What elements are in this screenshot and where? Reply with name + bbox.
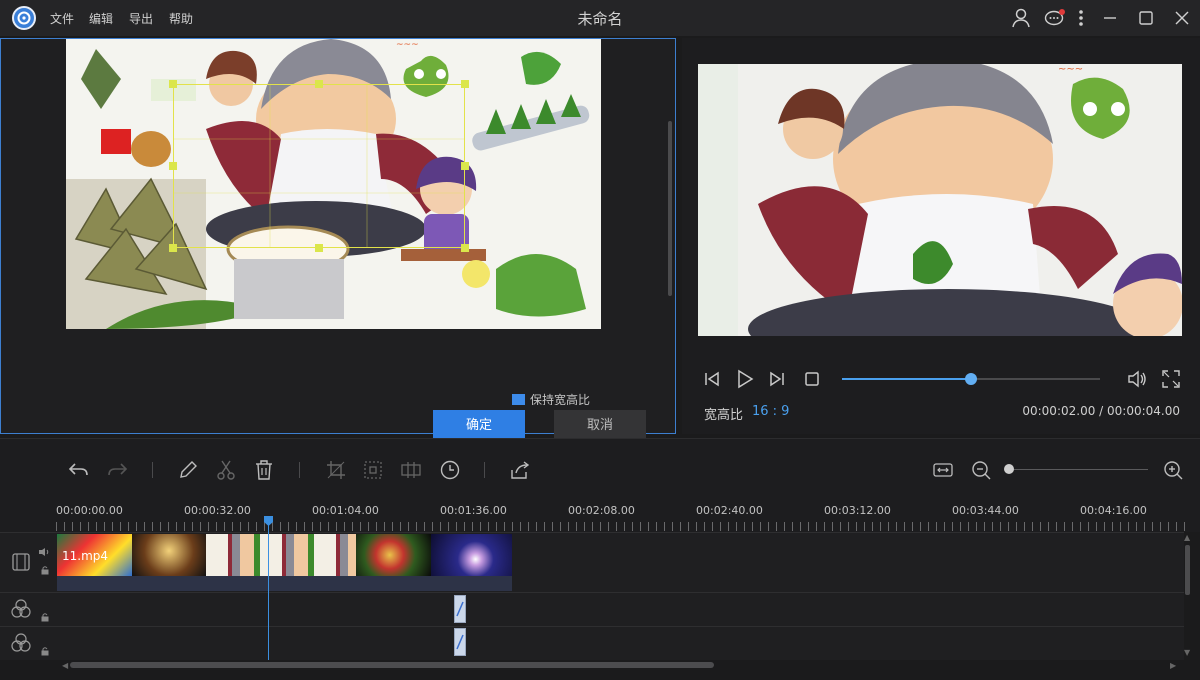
menu-help[interactable]: 帮助 [169, 10, 193, 27]
more-menu-icon[interactable] [1068, 6, 1094, 30]
minimize-icon[interactable] [1097, 6, 1123, 30]
playback-progress-fill [842, 378, 971, 380]
ruler-label: 00:02:08.00 [568, 504, 635, 517]
fit-timeline-icon[interactable] [931, 458, 955, 482]
overlay-track-1 [0, 592, 1184, 626]
scroll-right-arrow-icon[interactable]: ▶ [1170, 661, 1176, 670]
timeline-zoom-knob[interactable] [1004, 464, 1014, 474]
checkbox-checked-icon [512, 394, 525, 405]
timeline-horizontal-scrollbar[interactable] [70, 662, 714, 668]
preview-image: ~~~ [698, 64, 1182, 336]
crop-icon[interactable] [324, 458, 348, 482]
aspect-ratio-value[interactable]: 16 : 9 [752, 404, 789, 419]
scroll-left-arrow-icon[interactable]: ◀ [62, 661, 68, 670]
ruler-ticks [56, 522, 1186, 531]
ruler-label: 00:04:16.00 [1080, 504, 1147, 517]
undo-icon[interactable] [67, 458, 91, 482]
zoom-region-icon[interactable] [361, 458, 385, 482]
step-back-icon[interactable] [702, 369, 722, 389]
fullscreen-icon[interactable] [1160, 368, 1182, 390]
clip-name: 11.mp4 [62, 549, 109, 563]
playback-time: 00:00:02.00 / 00:00:04.00 [1022, 404, 1180, 418]
volume-icon[interactable] [1126, 368, 1148, 390]
overlay-track-2 [0, 626, 1184, 660]
crop-handle-top[interactable] [315, 80, 323, 88]
share-export-icon[interactable] [508, 458, 532, 482]
overlay-clip[interactable] [454, 628, 466, 656]
ruler-label: 00:03:12.00 [824, 504, 891, 517]
scroll-up-arrow-icon[interactable]: ▲ [1184, 533, 1190, 542]
clip-thumbnail [132, 534, 206, 576]
crop-handle-bottom-right[interactable] [461, 244, 469, 252]
crop-handle-right[interactable] [461, 162, 469, 170]
ruler-label: 00:03:44.00 [952, 504, 1019, 517]
toolbar-divider [152, 462, 153, 478]
app-logo-icon [12, 6, 36, 30]
crop-handle-top-left[interactable] [169, 80, 177, 88]
user-icon[interactable] [1009, 6, 1035, 30]
svg-text:~~~: ~~~ [1058, 64, 1083, 75]
clip-thumbnail [356, 534, 431, 576]
svg-text:~~~: ~~~ [396, 40, 419, 50]
track-lock-icon[interactable] [40, 646, 50, 656]
cut-icon[interactable] [214, 458, 238, 482]
step-forward-icon[interactable] [767, 369, 787, 389]
menu-edit[interactable]: 编辑 [89, 10, 113, 27]
zoom-out-icon[interactable] [969, 458, 993, 482]
stop-icon[interactable] [804, 371, 820, 387]
edit-pencil-icon[interactable] [176, 458, 200, 482]
message-icon[interactable] [1042, 6, 1068, 30]
crop-selection-box[interactable] [173, 84, 465, 248]
maximize-icon[interactable] [1133, 6, 1159, 30]
overlay-clip[interactable] [454, 595, 466, 623]
close-icon[interactable] [1169, 6, 1195, 30]
title-bar: 文件 编辑 导出 帮助 未命名 [0, 0, 1200, 36]
duration-clock-icon[interactable] [438, 458, 462, 482]
ruler-label: 00:00:00.00 [56, 504, 123, 517]
mosaic-icon[interactable] [399, 458, 423, 482]
ruler-label: 00:00:32.00 [184, 504, 251, 517]
crop-handle-bottom[interactable] [315, 244, 323, 252]
editor-scrollbar[interactable] [668, 121, 672, 296]
effects-track-icon [10, 598, 32, 620]
ruler-label: 00:02:40.00 [696, 504, 763, 517]
playback-progress-knob[interactable] [965, 373, 977, 385]
scroll-down-arrow-icon[interactable]: ▼ [1184, 648, 1190, 657]
zoom-in-icon[interactable] [1161, 458, 1185, 482]
playback-progress-bar[interactable] [842, 373, 1100, 385]
aspect-ratio-label: 宽高比 [704, 408, 744, 423]
ruler-label: 00:01:36.00 [440, 504, 507, 517]
play-icon[interactable] [734, 368, 756, 390]
clip-thumbnail [431, 534, 512, 576]
crop-handle-top-right[interactable] [461, 80, 469, 88]
crop-handle-left[interactable] [169, 162, 177, 170]
toolbar-divider [299, 462, 300, 478]
redo-icon[interactable] [105, 458, 129, 482]
delete-icon[interactable] [252, 458, 276, 482]
crop-handle-bottom-left[interactable] [169, 244, 177, 252]
preview-panel: ~~~ [682, 38, 1200, 434]
crop-editor-panel: ~~~ 保持宽高比 确定 取消 [0, 38, 676, 442]
playhead-line[interactable] [268, 516, 269, 660]
timeline-zoom-slider[interactable] [1008, 469, 1148, 470]
timeline-vertical-scrollbar[interactable] [1185, 545, 1190, 595]
video-clip-strip[interactable] [57, 534, 512, 576]
video-track-icon [10, 551, 32, 573]
clip-thumbnail [206, 534, 356, 576]
toolbar-divider [484, 462, 485, 478]
track-lock-icon[interactable] [40, 612, 50, 622]
clip-strip-footer [57, 576, 512, 591]
keep-aspect-ratio-checkbox[interactable]: 保持宽高比 [512, 391, 590, 405]
effects-track-icon [10, 632, 32, 654]
track-volume-icon[interactable] [38, 547, 50, 557]
menu-file[interactable]: 文件 [50, 10, 74, 27]
ruler-label: 00:01:04.00 [312, 504, 379, 517]
keep-aspect-ratio-label: 保持宽高比 [530, 393, 591, 405]
menu-export[interactable]: 导出 [129, 10, 153, 27]
track-lock-icon[interactable] [40, 565, 50, 575]
